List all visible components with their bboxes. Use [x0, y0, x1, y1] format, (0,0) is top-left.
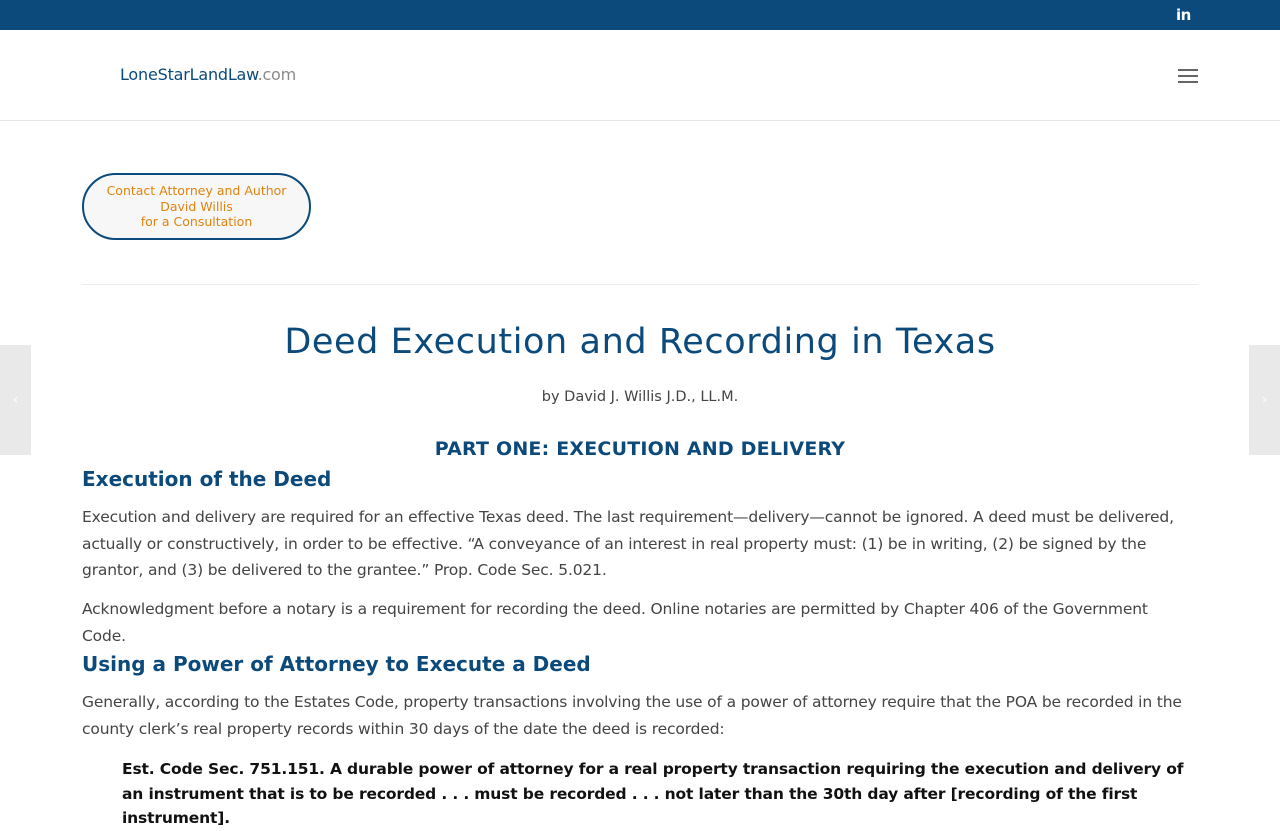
linkedin-icon[interactable]: in	[1176, 7, 1192, 23]
chevron-left-icon: ‹	[12, 392, 19, 408]
article-title: Deed Execution and Recording in Texas	[284, 322, 996, 362]
section1-paragraph-1: Execution and delivery are required for …	[82, 508, 1174, 579]
section-heading-execution: Execution of the Deed	[82, 467, 332, 491]
content-divider	[82, 284, 1198, 285]
site-logo[interactable]: LoneStarLandLaw.com	[120, 65, 296, 84]
contact-attorney-button[interactable]: Contact Attorney and Author David Willis…	[82, 173, 311, 240]
cta-line-3: for a Consultation	[140, 214, 253, 230]
logo-tld-text: .com	[257, 65, 297, 84]
site-header: LoneStarLandLaw.com	[0, 30, 1280, 121]
next-post-arrow[interactable]: ›	[1249, 345, 1280, 455]
article-byline: by David J. Willis J.D., LL.M.	[541, 389, 739, 405]
section1-paragraph-2: Acknowledgment before a notary is a requ…	[82, 600, 1148, 645]
section-heading-power-of-attorney: Using a Power of Attorney to Execute a D…	[82, 652, 591, 676]
section2-paragraph-1: Generally, according to the Estates Code…	[82, 693, 1182, 738]
cta-line-1: Contact Attorney and Author	[106, 183, 287, 199]
hamburger-menu-icon[interactable]	[1178, 69, 1198, 83]
top-bar: in	[0, 0, 1280, 30]
chevron-right-icon: ›	[1261, 392, 1268, 408]
cta-line-2: David Willis	[160, 198, 233, 214]
previous-post-arrow[interactable]: ‹	[0, 345, 31, 455]
part-heading: PART ONE: EXECUTION AND DELIVERY	[434, 438, 846, 460]
logo-main-text: LoneStarLandLaw	[120, 65, 258, 84]
statute-quote: Est. Code Sec. 751.151. A durable power …	[122, 760, 1184, 827]
